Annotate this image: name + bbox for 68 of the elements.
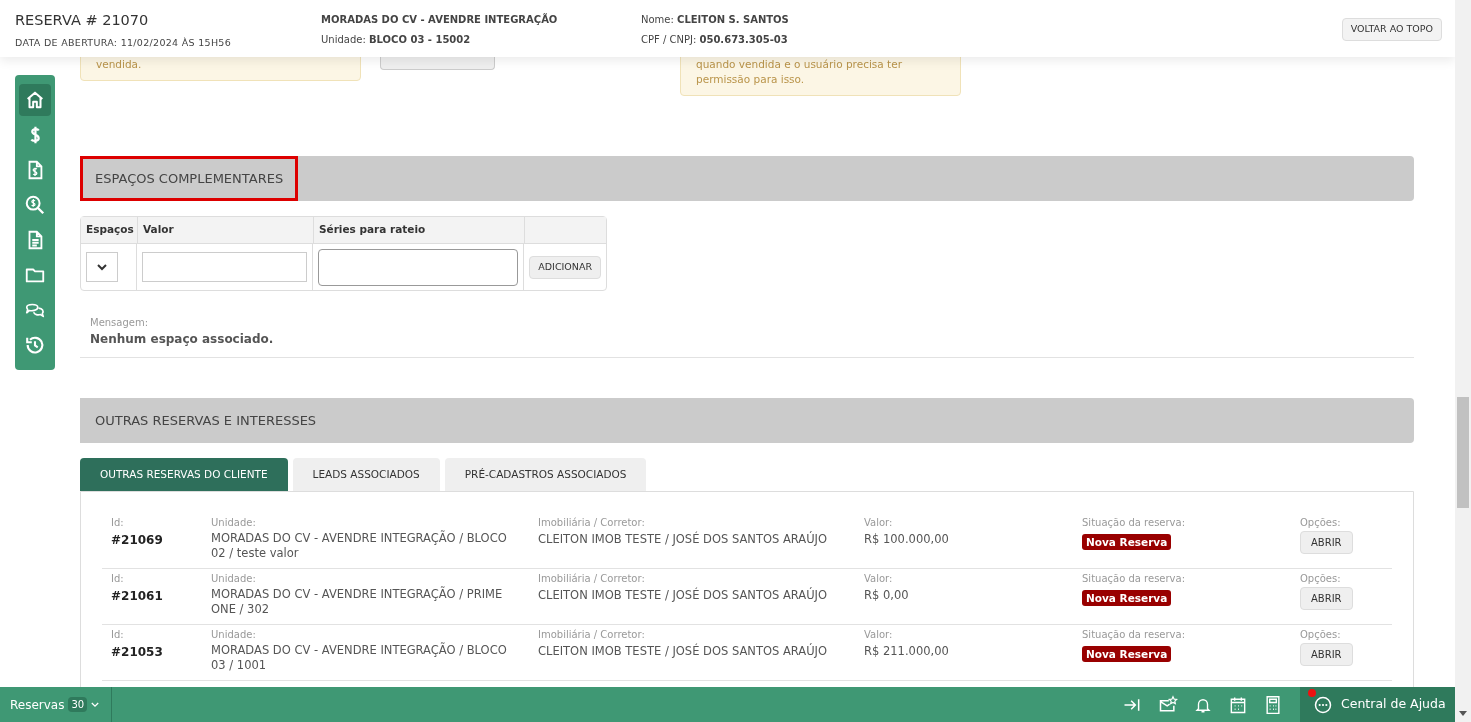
home-icon bbox=[24, 89, 46, 111]
history-icon bbox=[24, 334, 46, 356]
field-label: Opções: bbox=[1300, 516, 1342, 529]
field-label: Situação da reserva: bbox=[1082, 628, 1187, 641]
field-label: Opções: bbox=[1300, 628, 1342, 641]
reservations-count: 30 bbox=[68, 697, 88, 712]
field-label: Unidade: bbox=[211, 572, 257, 585]
tab[interactable]: OUTRAS RESERVAS DO CLIENTE bbox=[80, 458, 288, 491]
reservation-id: #21069 bbox=[111, 532, 164, 549]
mail-star-icon[interactable] bbox=[1158, 694, 1178, 715]
status-badge: Nova Reserva bbox=[1082, 646, 1172, 662]
scroll-down-button[interactable] bbox=[1455, 687, 1471, 722]
unit-text: MORADAS DO CV - AVENDRE INTEGRAÇÃO / BLOCO 03 / 1001 bbox=[211, 643, 508, 673]
calculator-icon[interactable] bbox=[1264, 694, 1282, 715]
value-text: R$ 100.000,00 bbox=[864, 531, 950, 548]
unit-value: BLOCO 03 - 15002 bbox=[368, 34, 471, 45]
field-label: Opções: bbox=[1300, 572, 1342, 585]
agent-text: CLEITON IMOB TESTE / JOSÉ DOS SANTOS ARAÚJO bbox=[538, 531, 829, 548]
status-badge: Nova Reserva bbox=[1082, 590, 1172, 606]
column-header: Séries para rateio bbox=[314, 217, 525, 243]
field-label: Imobiliária / Corretor: bbox=[538, 628, 646, 641]
reservation-id: #21061 bbox=[111, 588, 164, 605]
open-button[interactable]: ABRIR bbox=[1300, 587, 1353, 610]
message-text: Nenhum espaço associado. bbox=[90, 331, 275, 348]
series-input[interactable] bbox=[318, 248, 519, 286]
field-label: Unidade: bbox=[211, 628, 257, 641]
help-center-button[interactable]: Central de Ajuda bbox=[1300, 687, 1455, 722]
agent-text: CLEITON IMOB TESTE / JOSÉ DOS SANTOS ARAÚJO bbox=[538, 587, 829, 604]
status-badge: Nova Reserva bbox=[1082, 534, 1172, 550]
field-label: Unidade: bbox=[211, 516, 257, 529]
field-label: Id: bbox=[111, 516, 125, 529]
tab[interactable]: LEADS ASSOCIADOS bbox=[292, 458, 440, 491]
unit-text: MORADAS DO CV - AVENDRE INTEGRAÇÃO / PRIME ONE / 302 bbox=[211, 587, 504, 617]
field-label: Id: bbox=[111, 572, 125, 585]
reservation-id: #21053 bbox=[111, 644, 164, 661]
section-title: ESPAÇOS COMPLEMENTARES bbox=[80, 156, 299, 201]
back-to-top-button[interactable]: VOLTAR AO TOPO bbox=[1341, 18, 1442, 41]
triangle-down-icon bbox=[1459, 711, 1467, 716]
field-label: Valor: bbox=[864, 628, 894, 641]
field-label: Imobiliária / Corretor: bbox=[538, 516, 646, 529]
add-button[interactable]: ADICIONAR bbox=[529, 255, 601, 279]
sidebar-item[interactable] bbox=[19, 84, 51, 116]
field-label: Situação da reserva: bbox=[1082, 516, 1187, 529]
section-header: OUTRAS RESERVAS E INTERESSES bbox=[80, 398, 1414, 443]
value-text: R$ 0,00 bbox=[864, 587, 910, 604]
chat-icon bbox=[1313, 694, 1333, 715]
chevron-down-icon bbox=[97, 263, 107, 271]
field-label: Valor: bbox=[864, 516, 894, 529]
field-label: Valor: bbox=[864, 572, 894, 585]
field-label: Situação da reserva: bbox=[1082, 572, 1187, 585]
field-label: Id: bbox=[111, 628, 125, 641]
name-label: Nome: bbox=[641, 14, 674, 25]
tab[interactable]: PRÉ-CADASTROS ASSOCIADOS bbox=[444, 458, 647, 491]
column-header: Valor bbox=[138, 217, 314, 243]
value-input[interactable] bbox=[142, 252, 308, 282]
column-header: Espaços bbox=[81, 217, 138, 243]
value-text: R$ 211.000,00 bbox=[864, 643, 950, 660]
field-label: Imobiliária / Corretor: bbox=[538, 572, 646, 585]
unit-text: MORADAS DO CV - AVENDRE INTEGRAÇÃO / BLOCO 02 / teste valor bbox=[211, 531, 508, 561]
open-button[interactable]: ABRIR bbox=[1300, 643, 1353, 666]
money-search-icon bbox=[24, 194, 46, 216]
reservations-label[interactable]: Reservas bbox=[10, 695, 65, 714]
open-button[interactable]: ABRIR bbox=[1300, 531, 1353, 554]
document-number: 050.673.305-03 bbox=[699, 34, 788, 45]
chevron-down-icon[interactable] bbox=[91, 701, 100, 708]
agent-text: CLEITON IMOB TESTE / JOSÉ DOS SANTOS ARAÚJO bbox=[538, 643, 829, 660]
message-label: Mensagem: bbox=[90, 316, 150, 330]
space-select[interactable] bbox=[86, 252, 118, 282]
